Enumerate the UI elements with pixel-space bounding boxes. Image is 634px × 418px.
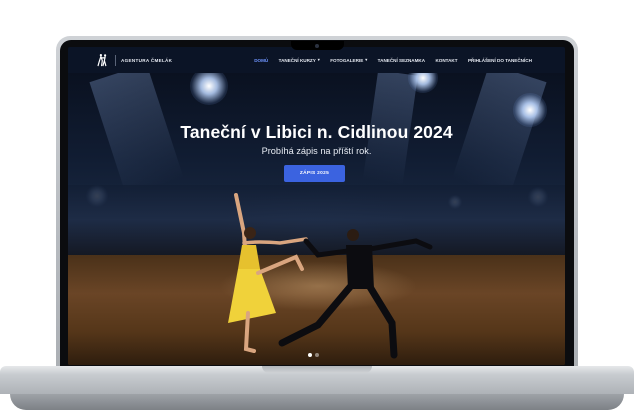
nav-item-label: FOTOGALERIE bbox=[330, 57, 364, 63]
main-nav: DOMŮ TANEČNÍ KURZY ▾ FOTOGALERIE ▾ TANEČ… bbox=[249, 47, 537, 73]
nav-item-course-signup[interactable]: PŘIHLÁŠENÍ DO TANEČNÍCH bbox=[463, 58, 537, 63]
laptop-base bbox=[0, 366, 634, 418]
nav-item-label: KONTAKT bbox=[435, 57, 458, 63]
stadium-light bbox=[190, 73, 228, 105]
nav-item-label: PŘIHLÁŠENÍ DO TANEČNÍCH bbox=[467, 57, 532, 63]
hero-section: Taneční v Libici n. Cidlinou 2024 Probíh… bbox=[68, 73, 565, 365]
nav-item-home[interactable]: DOMŮ bbox=[249, 58, 273, 63]
brand-name: AGENTURA ČMELÁK bbox=[121, 57, 173, 63]
brand[interactable]: AGENTURA ČMELÁK bbox=[96, 53, 172, 67]
nav-item-label: TANEČNÍ SEZNAMKA bbox=[377, 57, 426, 63]
nav-item-label: DOMŮ bbox=[254, 57, 269, 63]
laptop-opening-groove bbox=[262, 366, 372, 373]
nav-item-photo-gallery[interactable]: FOTOGALERIE ▾ bbox=[325, 58, 372, 63]
camera-icon bbox=[315, 44, 319, 48]
dancing-couple-photo bbox=[228, 193, 433, 359]
laptop-base-bottom bbox=[10, 394, 624, 410]
carousel-indicators bbox=[308, 353, 319, 357]
brand-divider bbox=[115, 54, 116, 66]
nav-item-dance-dating[interactable]: TANEČNÍ SEZNAMKA bbox=[372, 58, 430, 63]
chevron-down-icon: ▾ bbox=[365, 57, 368, 62]
carousel-dot[interactable] bbox=[308, 353, 312, 357]
nav-item-label: TANEČNÍ KURZY bbox=[278, 57, 316, 63]
dancing-couple-logo-icon bbox=[97, 53, 107, 67]
carousel-dot[interactable] bbox=[315, 353, 319, 357]
hero-title: Taneční v Libici n. Cidlinou 2024 bbox=[180, 122, 453, 142]
site-navbar: AGENTURA ČMELÁK DOMŮ TANEČNÍ KURZY ▾ FOT… bbox=[68, 47, 565, 73]
hero-subtitle: Probíhá zápis na příští rok. bbox=[261, 146, 372, 156]
enroll-button[interactable]: ZÁPIS 2025 bbox=[284, 165, 345, 182]
chevron-down-icon: ▾ bbox=[317, 57, 320, 62]
nav-item-contact[interactable]: KONTAKT bbox=[430, 58, 463, 63]
nav-item-dance-courses[interactable]: TANEČNÍ KURZY ▾ bbox=[273, 58, 325, 63]
browser-screen: AGENTURA ČMELÁK DOMŮ TANEČNÍ KURZY ▾ FOT… bbox=[68, 47, 565, 365]
